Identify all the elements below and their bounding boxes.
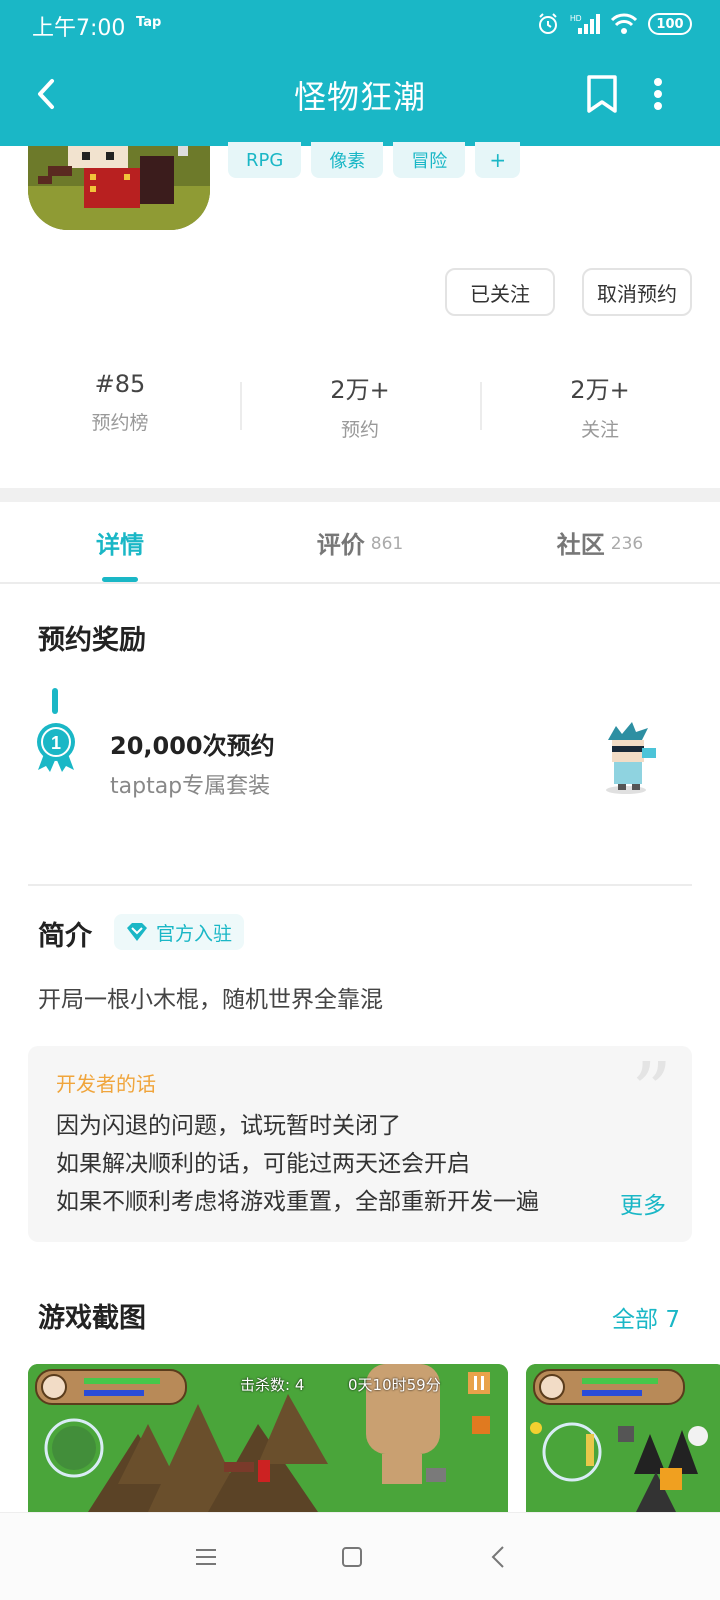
square-icon <box>342 1547 362 1567</box>
alarm-icon <box>539 13 557 34</box>
more-options-button[interactable] <box>634 70 682 118</box>
title-bar: 怪物狂潮 <box>0 48 720 146</box>
intro-section-title: 简介 <box>38 921 92 952</box>
network-type-label: HD <box>570 14 582 23</box>
recent-apps-button[interactable] <box>184 1535 228 1579</box>
reward-title: 20,000次预约 <box>110 732 275 760</box>
tag-pixel[interactable]: 像素 <box>311 142 384 178</box>
quote-mark-icon: ” <box>631 1045 672 1138</box>
system-back-button[interactable] <box>476 1535 520 1579</box>
add-tag-button[interactable]: + <box>475 142 521 178</box>
tab-label: 详情 <box>96 530 144 559</box>
developer-note-line: 如果解决顺利的话，可能过两天还会开启 <box>56 1151 470 1177</box>
screenshot-thumbnail[interactable] <box>526 1364 720 1512</box>
battery-level: 100 <box>656 16 684 32</box>
stat-reservations: 2万+ 预约 <box>240 370 480 441</box>
more-vertical-icon <box>654 78 662 110</box>
section-separator <box>0 488 720 502</box>
stat-followers: 2万+ 关注 <box>480 370 720 441</box>
reward-section-title: 预约奖励 <box>38 625 146 656</box>
status-bar: 上午7:00 Tap HD 100 <box>0 0 720 48</box>
battery-icon: 100 <box>648 13 692 35</box>
stat-label: 预约榜 <box>91 412 149 434</box>
bookmark-button[interactable] <box>578 70 626 118</box>
all-screenshots-link[interactable]: 全部 7 <box>612 1300 680 1334</box>
section-divider <box>28 884 692 886</box>
tab-active-indicator <box>102 577 138 582</box>
tap-notification-icon: Tap <box>136 15 162 30</box>
medal-number: 1 <box>51 733 61 753</box>
status-icons: HD 100 <box>536 10 692 38</box>
system-nav-bar <box>0 1512 720 1600</box>
tab-community[interactable]: 社区 236 <box>480 502 720 582</box>
kill-count-label: 击杀数: 4 <box>240 1376 305 1394</box>
reward-costume-image <box>606 722 656 794</box>
developer-note-card[interactable]: ” 开发者的话 因为闪退的问题，试玩暂时关闭了 如果解决顺利的话，可能过两天还会… <box>28 1046 692 1242</box>
developer-note-line: 如果不顺利考虑将游戏重置，全部重新开发一遍 <box>56 1189 539 1215</box>
tab-count: 236 <box>610 534 644 554</box>
menu-icon <box>196 1549 216 1565</box>
signal-icon: HD <box>570 14 600 34</box>
chevron-left-icon <box>491 1546 504 1568</box>
tag-adventure[interactable]: 冒险 <box>393 142 466 178</box>
game-icon <box>28 146 210 230</box>
status-time: 上午7:00 <box>32 16 126 41</box>
tag-list: RPG 像素 冒险 + <box>228 142 521 178</box>
wifi-icon <box>610 13 638 34</box>
tag-rpg[interactable]: RPG <box>228 142 302 178</box>
stat-value: 2万+ <box>330 376 390 404</box>
more-button[interactable]: 更多 <box>608 1186 666 1220</box>
screenshots-section-title: 游戏截图 <box>38 1303 146 1334</box>
diamond-icon <box>127 923 147 941</box>
followed-button[interactable]: 已关注 <box>445 268 555 316</box>
stat-label: 关注 <box>580 419 619 441</box>
screenshot-thumbnail[interactable]: 击杀数: 4 0天10时59分 <box>28 1364 508 1512</box>
developer-note-line: 因为闪退的问题，试玩暂时关闭了 <box>56 1113 401 1139</box>
stats-row: #85 预约榜 2万+ 预约 2万+ 关注 <box>0 370 720 441</box>
reward-subtitle: taptap专属套装 <box>110 774 271 799</box>
reward-timeline-line <box>52 688 58 714</box>
game-time-label: 0天10时59分 <box>348 1376 441 1394</box>
home-button[interactable] <box>330 1535 374 1579</box>
medal-icon: 1 <box>37 723 75 772</box>
bookmark-icon <box>587 75 617 113</box>
tab-details[interactable]: 详情 <box>0 502 240 582</box>
stat-rank[interactable]: #85 预约榜 <box>0 370 240 440</box>
official-badge: 官方入驻 <box>114 914 245 950</box>
official-badge-label: 官方入驻 <box>156 922 233 945</box>
stat-label: 预约 <box>340 419 379 441</box>
cancel-reservation-button[interactable]: 取消预约 <box>582 268 692 316</box>
tab-label: 评价 <box>316 530 365 559</box>
tab-count: 861 <box>370 534 404 554</box>
tab-label: 社区 <box>556 530 605 559</box>
stat-value: #85 <box>94 370 146 398</box>
tab-bar: 详情 评价 861 社区 236 <box>0 502 720 584</box>
stat-value: 2万+ <box>570 376 630 404</box>
developer-note-title: 开发者的话 <box>56 1072 156 1096</box>
tab-reviews[interactable]: 评价 861 <box>240 502 480 582</box>
intro-text: 开局一根小木棍，随机世界全靠混 <box>38 987 383 1013</box>
